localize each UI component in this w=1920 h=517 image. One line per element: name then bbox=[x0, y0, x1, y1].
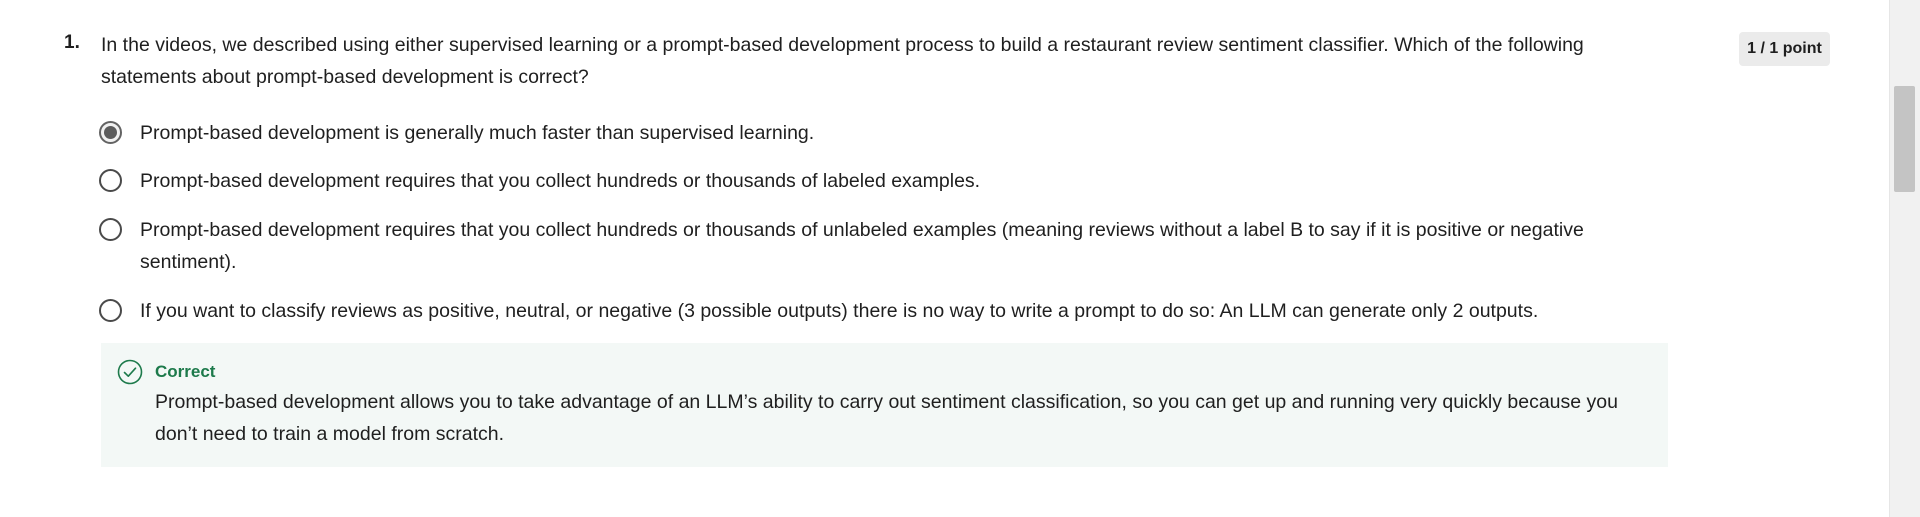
answer-option-3[interactable]: Prompt-based development requires that y… bbox=[99, 216, 1659, 278]
score-badge: 1 / 1 point bbox=[1739, 32, 1830, 66]
vertical-scrollbar[interactable] bbox=[1889, 0, 1920, 517]
check-circle-icon bbox=[117, 359, 143, 385]
feedback-panel: Correct Prompt-based development allows … bbox=[101, 343, 1668, 467]
radio-dot bbox=[104, 126, 117, 139]
question-text: In the videos, we described using either… bbox=[101, 34, 1584, 88]
answer-option-label: Prompt-based development requires that y… bbox=[140, 170, 981, 192]
question-number: 1. bbox=[64, 32, 80, 53]
radio-button[interactable] bbox=[99, 218, 122, 241]
radio-button[interactable] bbox=[99, 299, 122, 322]
scrollbar-thumb[interactable] bbox=[1894, 86, 1915, 192]
radio-button-selected[interactable] bbox=[99, 121, 122, 144]
quiz-question: 1. In the videos, we described using eit… bbox=[0, 0, 1890, 517]
answer-option-label: Prompt-based development is generally mu… bbox=[140, 122, 815, 144]
feedback-title: Correct bbox=[155, 362, 216, 381]
answer-option-1[interactable]: Prompt-based development is generally mu… bbox=[99, 119, 1659, 149]
answer-option-label: If you want to classify reviews as posit… bbox=[140, 300, 1539, 322]
answer-option-2[interactable]: Prompt-based development requires that y… bbox=[99, 167, 1659, 197]
answer-option-label: Prompt-based development requires that y… bbox=[140, 219, 1584, 273]
radio-button[interactable] bbox=[99, 169, 122, 192]
feedback-text: Prompt-based development allows you to t… bbox=[155, 391, 1618, 445]
answer-option-4[interactable]: If you want to classify reviews as posit… bbox=[99, 297, 1659, 327]
